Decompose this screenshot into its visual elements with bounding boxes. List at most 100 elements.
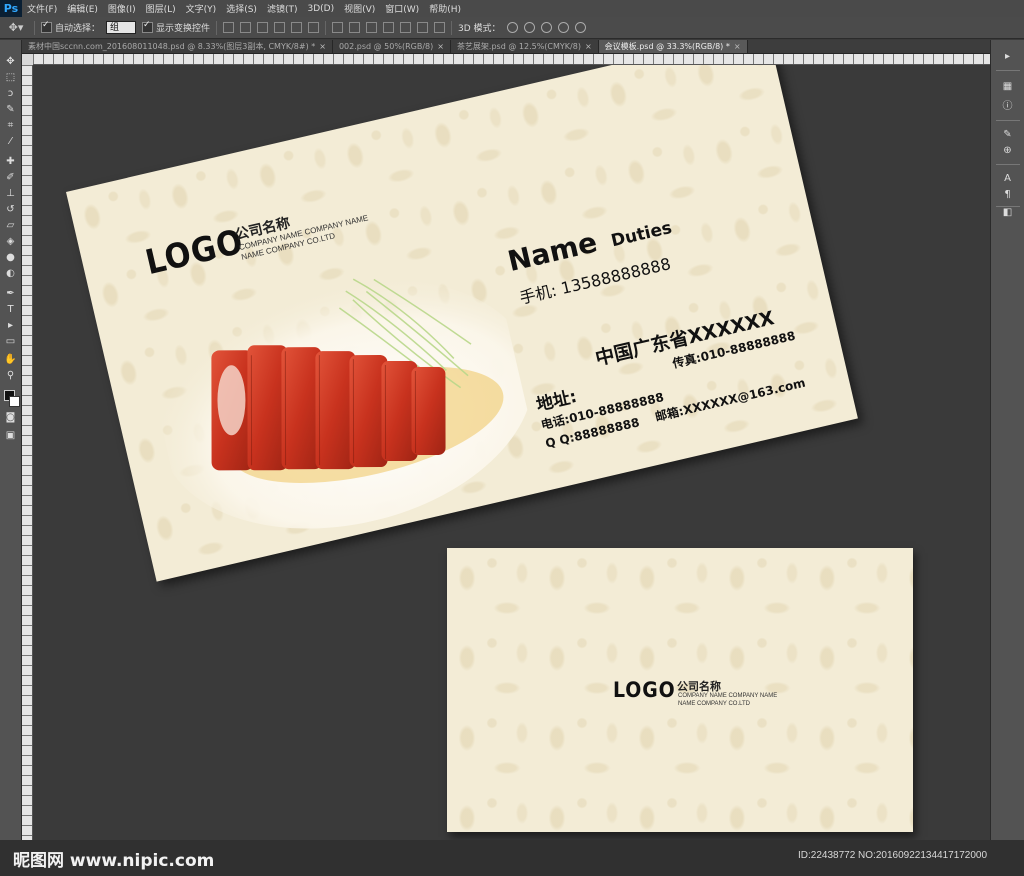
panel-dock: ▸ ▦ ⓘ ✎ ⊕ A ¶ ◧ — [990, 40, 1024, 876]
divider — [216, 20, 218, 35]
tab-label: 茶艺展架.psd @ 12.5%(CMYK/8) — [456, 42, 581, 51]
divider — [34, 20, 35, 35]
dodge-tool-icon[interactable]: ◐ — [4, 268, 17, 280]
brush-panel-icon[interactable]: ✎ — [1000, 128, 1015, 141]
photoshop-logo: Ps — [0, 0, 22, 17]
logo-text: LOGO — [613, 678, 676, 702]
auto-select-label: 自动选择： — [55, 24, 101, 34]
tab-document-3[interactable]: 茶艺展架.psd @ 12.5%(CMYK/8) × — [451, 40, 599, 53]
menu-filter[interactable]: 滤镜(T) — [262, 2, 303, 15]
tab-document-1[interactable]: 素材中国sccnn.com_201608011048.psd @ 8.33%(图… — [22, 40, 333, 53]
background-color-swatch[interactable] — [9, 396, 20, 407]
roll-3d-icon[interactable] — [523, 22, 535, 33]
tab-document-2[interactable]: 002.psd @ 50%(RGB/8) × — [333, 40, 451, 53]
close-icon[interactable]: × — [319, 42, 326, 51]
align-left-icon[interactable] — [274, 22, 286, 33]
rectangle-tool-icon[interactable]: ▭ — [4, 336, 17, 348]
quick-mask-icon[interactable]: ◙ — [4, 412, 17, 424]
distribute-top-icon[interactable] — [332, 22, 344, 33]
hand-tool-icon[interactable]: ✋ — [4, 354, 17, 366]
checkbox-icon — [142, 20, 154, 33]
business-card-back[interactable]: LOGO 公司名称 COMPANY NAME COMPANY NAME NAME… — [447, 548, 913, 832]
menu-window[interactable]: 窗口(W) — [380, 2, 424, 15]
business-card-front[interactable]: LOGO 公司名称 COMPANY NAME COMPANY NAME NAME… — [66, 65, 858, 582]
crop-tool-icon[interactable]: ⌗ — [4, 120, 17, 132]
distribute-bottom-icon[interactable] — [366, 22, 378, 33]
eyedropper-icon[interactable]: ⁄ — [4, 136, 17, 148]
align-top-icon[interactable] — [223, 22, 235, 33]
watermark-site: 昵图网 www.nipic.com — [13, 851, 215, 871]
character-panel-icon[interactable]: A — [1000, 172, 1015, 185]
ruler-origin[interactable] — [22, 54, 33, 65]
rotate-3d-icon[interactable] — [506, 22, 518, 33]
scale-3d-icon[interactable] — [574, 22, 586, 33]
menu-help[interactable]: 帮助(H) — [424, 2, 466, 15]
menu-layer[interactable]: 图层(L) — [141, 2, 181, 15]
properties-panel-icon[interactable]: ▦ — [1000, 80, 1015, 93]
align-middle-icon[interactable] — [240, 22, 252, 33]
mode3d-label: 3D 模式： — [458, 24, 501, 34]
menu-bar: Ps 文件(F) 编辑(E) 图像(I) 图层(L) 文字(Y) 选择(S) 滤… — [0, 0, 1024, 18]
person-duties: Duties — [609, 217, 674, 252]
menu-image[interactable]: 图像(I) — [103, 2, 141, 15]
paragraph-panel-icon[interactable]: ¶ — [1000, 188, 1015, 201]
menu-type[interactable]: 文字(Y) — [181, 2, 222, 15]
menu-select[interactable]: 选择(S) — [221, 2, 262, 15]
watermark-id: ID:22438772 NO:20160922134417172000 — [798, 850, 988, 861]
show-transform-checkbox[interactable]: 显示变换控件 — [142, 20, 211, 34]
history-panel-icon[interactable]: ▸ — [1000, 50, 1015, 63]
align-right-icon[interactable] — [308, 22, 320, 33]
slide-3d-icon[interactable] — [557, 22, 569, 33]
distribute-center-icon[interactable] — [400, 22, 412, 33]
lasso-tool-icon[interactable]: ↄ — [4, 88, 17, 100]
marquee-tool-icon[interactable]: ⬚ — [4, 72, 17, 84]
close-icon[interactable]: × — [437, 42, 444, 51]
company-name-en-line1: COMPANY NAME COMPANY NAME — [678, 693, 778, 699]
zoom-tool-icon[interactable]: ⚲ — [4, 370, 17, 382]
eraser-tool-icon[interactable]: ▱ — [4, 220, 17, 232]
tools-panel: ✥ ⬚ ↄ ✎ ⌗ ⁄ ✚ ✐ ⊥ ↺ ▱ ◈ ● ◐ ✒ T ▸ ▭ ✋ ⚲ … — [0, 40, 22, 876]
healing-brush-icon[interactable]: ✚ — [4, 156, 17, 168]
show-transform-label: 显示变换控件 — [156, 24, 211, 34]
divider — [325, 20, 327, 35]
screen-mode-icon[interactable]: ▣ — [4, 430, 17, 442]
tab-document-4[interactable]: 会议模板.psd @ 33.3%(RGB/8) * × — [598, 40, 748, 53]
tab-label: 会议模板.psd @ 33.3%(RGB/8) * — [604, 42, 730, 51]
distribute-middle-icon[interactable] — [349, 22, 361, 33]
blur-tool-icon[interactable]: ● — [4, 252, 17, 264]
company-name-cn: 公司名称 — [677, 680, 721, 693]
close-icon[interactable]: × — [585, 42, 592, 51]
type-tool-icon[interactable]: T — [4, 304, 17, 316]
quick-select-icon[interactable]: ✎ — [4, 104, 17, 116]
move-tool-icon[interactable]: ✥ — [4, 56, 17, 68]
divider — [996, 70, 1020, 71]
clone-source-icon[interactable]: ⊕ — [1000, 144, 1015, 157]
path-select-icon[interactable]: ▸ — [4, 320, 17, 332]
align-center-icon[interactable] — [291, 22, 303, 33]
clone-stamp-icon[interactable]: ⊥ — [4, 188, 17, 200]
drag-3d-icon[interactable] — [540, 22, 552, 33]
canvas-area[interactable]: LOGO 公司名称 COMPANY NAME COMPANY NAME NAME… — [33, 65, 990, 876]
move-tool-icon[interactable]: ✥▾ — [4, 20, 28, 36]
menu-view[interactable]: 视图(V) — [339, 2, 380, 15]
auto-select-dropdown[interactable]: 组 — [106, 21, 137, 34]
menu-3d[interactable]: 3D(D) — [302, 4, 339, 14]
auto-select-checkbox[interactable]: 自动选择： — [41, 20, 101, 34]
close-icon[interactable]: × — [734, 42, 741, 51]
pen-tool-icon[interactable]: ✒ — [4, 288, 17, 300]
distribute-left-icon[interactable] — [383, 22, 395, 33]
history-brush-icon[interactable]: ↺ — [4, 204, 17, 216]
info-panel-icon[interactable]: ⓘ — [1000, 100, 1015, 113]
vertical-ruler[interactable] — [22, 54, 33, 876]
brush-tool-icon[interactable]: ✐ — [4, 172, 17, 184]
auto-align-icon[interactable] — [434, 22, 446, 33]
options-bar: ✥▾ 自动选择： 组 显示变换控件 3D 模式： — [0, 17, 1024, 39]
menu-file[interactable]: 文件(F) — [22, 2, 62, 15]
align-bottom-icon[interactable] — [257, 22, 269, 33]
logo-text: LOGO — [141, 221, 248, 284]
3d-panel-icon[interactable]: ◧ — [1000, 206, 1015, 219]
paint-bucket-icon[interactable]: ◈ — [4, 236, 17, 248]
distribute-right-icon[interactable] — [417, 22, 429, 33]
horizontal-ruler[interactable] — [33, 54, 990, 65]
menu-edit[interactable]: 编辑(E) — [62, 2, 103, 15]
